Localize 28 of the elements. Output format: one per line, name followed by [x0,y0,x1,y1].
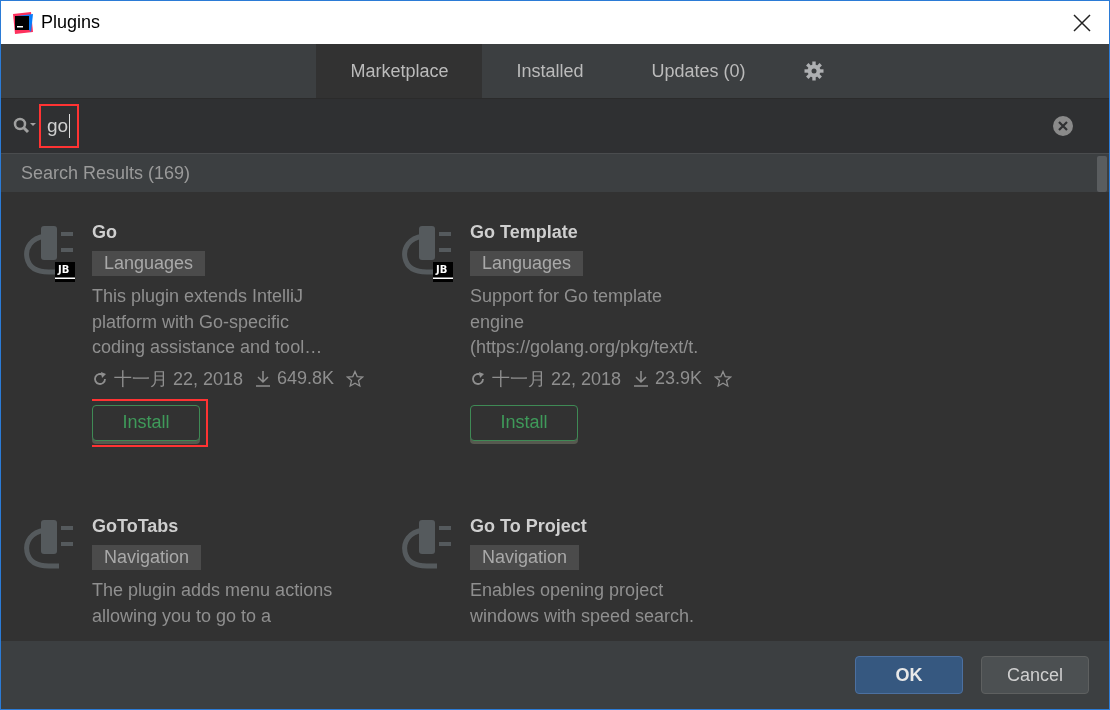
tab[interactable]: Marketplace [316,44,483,98]
ok-button[interactable]: OK [855,656,963,694]
install-button[interactable]: Install [470,404,578,441]
window-title: Plugins [41,12,101,33]
download-count: 649.8K [277,368,335,389]
download-count: 23.9K [655,368,703,389]
plugin-description: Enables opening project windows with speed search. [470,579,695,628]
category-tag: Navigation [470,545,580,570]
search-field[interactable]: go [41,106,77,146]
vendor-badge: JB [55,262,75,282]
results-heading: Search Results (169) [21,162,191,184]
plugin-name[interactable]: Go To Project [470,516,587,537]
vendor-badge: JB [433,262,453,282]
tab[interactable]: Installed [482,44,618,98]
plugin-name[interactable]: Go [92,222,117,243]
plugin-name[interactable]: Go Template [470,222,578,243]
plugin-description: The plugin adds menu actions allowing you to go to a [92,579,333,628]
tab[interactable]: Updates (0) [617,44,780,98]
plugin-description: Support for Go template engine (https://golang.org/pkg/text/t. [470,285,699,359]
plugin-name[interactable]: GoToTabs [92,516,179,537]
update-date: 十一月 22, 2018 [492,367,622,391]
category-tag: Languages [92,251,206,276]
update-date: 十一月 22, 2018 [114,367,244,391]
install-button[interactable]: Install [92,404,200,441]
cancel-button[interactable]: Cancel [981,656,1089,694]
category-tag: Navigation [92,545,202,570]
category-tag: Languages [470,251,584,276]
plugin-description: This plugin extends IntelliJ platform with Go-specific coding assistance and tool… [92,285,323,359]
